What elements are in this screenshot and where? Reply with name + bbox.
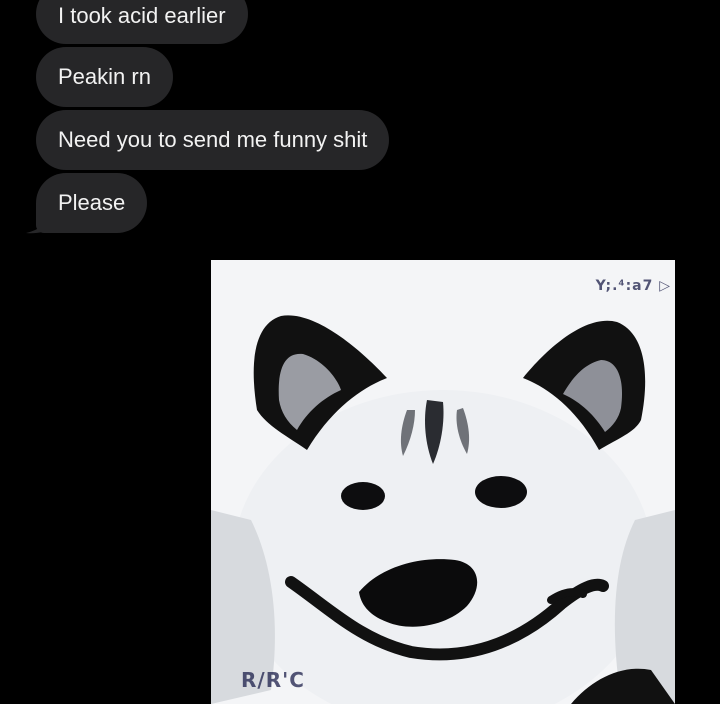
message-text: I took acid earlier [58, 3, 226, 28]
smiling-dog-image [211, 260, 675, 704]
message-text: Please [58, 190, 126, 215]
message-text: Need you to send me funny shit [58, 127, 368, 152]
message-text: Peakin rn [58, 64, 151, 89]
message-bubble[interactable]: Peakin rn [36, 47, 173, 107]
message-bubble[interactable]: Please [36, 173, 148, 233]
message-bubble[interactable]: I took acid earlier [36, 0, 248, 44]
message-bubble[interactable]: Need you to send me funny shit [36, 110, 390, 170]
image-corner-text-top: Y;.⁴:a7 ▷ [595, 278, 671, 294]
bubble-tail [26, 212, 52, 234]
image-corner-text-bottom: R/R'C [241, 668, 305, 692]
message-thread: I took acid earlier Peakin rn Need you t… [0, 0, 720, 704]
image-attachment[interactable]: Y;.⁴:a7 ▷ R/R'C [211, 260, 675, 704]
